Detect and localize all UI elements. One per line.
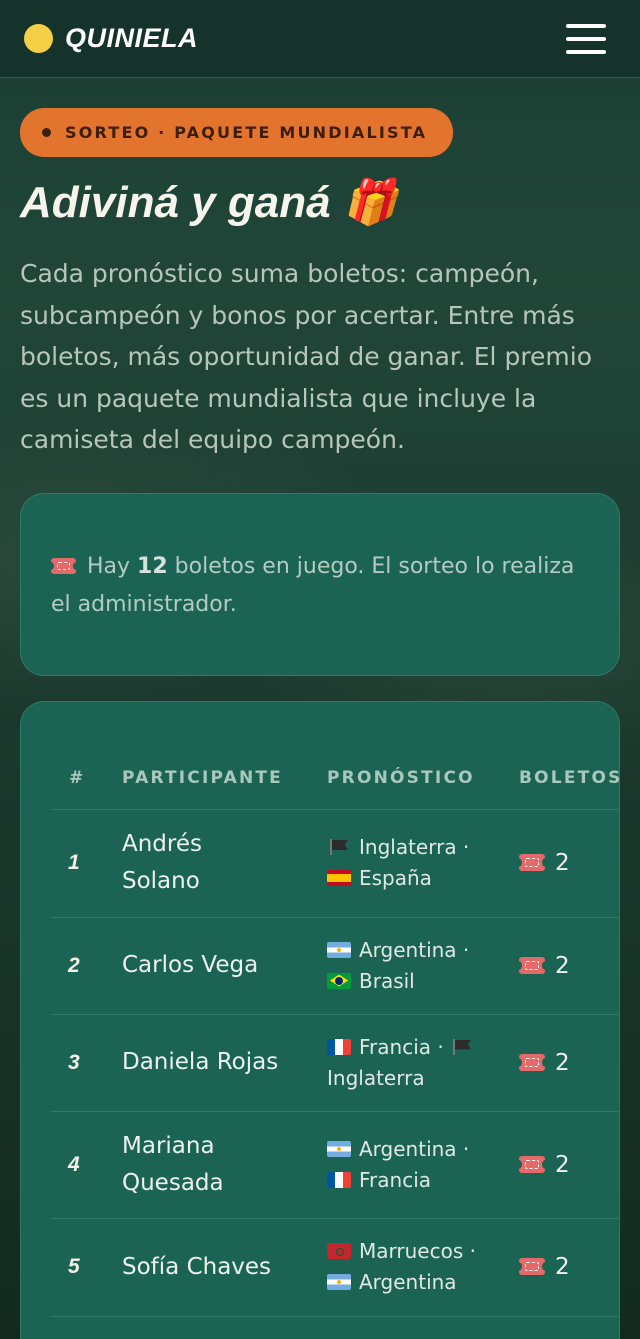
forecast-champion: Inglaterra bbox=[359, 835, 457, 859]
header-tickets: BOLETOS bbox=[519, 768, 620, 788]
participant-name: Sofía Chaves bbox=[122, 1253, 272, 1280]
morocco-flag-icon bbox=[327, 1243, 351, 1259]
forecast-runner-up: Argentina bbox=[359, 1270, 457, 1294]
ticket-icon bbox=[515, 1258, 549, 1275]
forecast-champion: Marruecos bbox=[359, 1239, 464, 1263]
forecast: Francia · Inglaterra bbox=[327, 1032, 519, 1094]
brazil-flag-icon bbox=[327, 972, 351, 989]
tickets-cell: 2 bbox=[515, 952, 619, 979]
participant-name: Andrés Solano bbox=[122, 831, 202, 894]
forecast-runner-up: Francia bbox=[359, 1167, 432, 1192]
ticket-icon bbox=[515, 956, 549, 974]
row-number: 3 bbox=[68, 1050, 80, 1074]
forecast: Marruecos · Argentina bbox=[327, 1236, 519, 1298]
tickets-cell: 2 bbox=[515, 1254, 619, 1280]
tickets-count: 12 bbox=[137, 553, 168, 579]
participant-name: Carlos Vega bbox=[122, 952, 259, 978]
tickets-cell: 2 bbox=[515, 850, 619, 876]
badge-dot-icon bbox=[42, 128, 51, 137]
forecast: Inglaterra · España bbox=[327, 832, 519, 894]
tickets-value: 2 bbox=[555, 952, 570, 979]
black-flag-icon bbox=[450, 1038, 474, 1055]
info-prefix: Hay bbox=[87, 553, 131, 579]
spain-flag-icon bbox=[327, 870, 351, 886]
table-row[interactable]: 4 Mariana Quesada Argentina · Francia 2 bbox=[51, 1112, 619, 1219]
badge-label: SORTEO · PAQUETE MUNDIALISTA bbox=[65, 123, 428, 142]
forecast: Argentina · Francia bbox=[327, 1134, 519, 1196]
ticket-icon bbox=[515, 1053, 549, 1071]
info-suffix: boletos en juego. El sorteo lo realiza e… bbox=[51, 553, 575, 617]
forecast-runner-up: Inglaterra bbox=[327, 1065, 425, 1090]
brand-logo-icon bbox=[24, 24, 53, 53]
tickets-info-card: Hay 12 boletos en juego. El sorteo lo re… bbox=[20, 492, 620, 676]
table-row[interactable]: 1 Andrés Solano Inglaterra · España 2 bbox=[51, 810, 619, 918]
page-description: Cada pronóstico suma boletos: campeón, s… bbox=[20, 259, 593, 454]
table-row[interactable]: 2 Carlos Vega Argentina · Brasil 2 bbox=[51, 918, 619, 1015]
brand[interactable]: QUINIELA bbox=[24, 23, 198, 54]
france-flag-icon bbox=[327, 1171, 351, 1188]
row-number: 4 bbox=[68, 1152, 80, 1176]
ticket-icon bbox=[47, 557, 80, 574]
ticket-icon bbox=[515, 1155, 549, 1173]
participants-table: # PARTICIPANTE PRONÓSTICO BOLETOS 1 Andr… bbox=[20, 700, 620, 1339]
forecast-runner-up: España bbox=[359, 866, 432, 890]
ticket-icon bbox=[515, 854, 549, 871]
row-number: 5 bbox=[68, 1255, 80, 1278]
forecast-champion: Argentina bbox=[359, 937, 457, 962]
participant-name: Mariana Quesada bbox=[122, 1132, 224, 1196]
forecast: Argentina · Brasil bbox=[327, 935, 519, 997]
tickets-cell: 2 bbox=[515, 1151, 619, 1178]
raffle-badge: SORTEO · PAQUETE MUNDIALISTA bbox=[20, 108, 454, 157]
table-row[interactable]: 5 Sofía Chaves Marruecos · Argentina 2 bbox=[51, 1219, 619, 1317]
row-number: 2 bbox=[68, 953, 80, 977]
header-participant: PARTICIPANTE bbox=[122, 768, 283, 788]
hamburger-menu-icon[interactable] bbox=[566, 23, 606, 54]
page-title: Adiviná y ganá 🎁 bbox=[20, 178, 398, 227]
participant-name: Daniela Rojas bbox=[122, 1049, 279, 1075]
top-navigation-bar: QUINIELA bbox=[0, 0, 640, 78]
tickets-value: 2 bbox=[555, 1254, 570, 1280]
header-number: # bbox=[69, 768, 86, 788]
forecast-champion: Francia bbox=[359, 1034, 432, 1059]
header-forecast: PRONÓSTICO bbox=[327, 768, 475, 788]
forecast-champion: Argentina bbox=[359, 1136, 457, 1161]
tickets-value: 2 bbox=[555, 850, 570, 876]
black-flag-icon bbox=[327, 839, 351, 855]
table-header: # PARTICIPANTE PRONÓSTICO BOLETOS bbox=[51, 748, 620, 810]
forecast-runner-up: Brasil bbox=[359, 968, 415, 993]
tickets-cell: 2 bbox=[515, 1049, 619, 1076]
argentina-flag-icon bbox=[327, 941, 351, 958]
tickets-value: 2 bbox=[555, 1049, 570, 1076]
table-row[interactable]: 3 Daniela Rojas Francia · Inglaterra 2 bbox=[51, 1015, 619, 1112]
argentina-flag-icon bbox=[327, 1140, 351, 1157]
main-content: SORTEO · PAQUETE MUNDIALISTA Adiviná y g… bbox=[0, 78, 640, 1339]
france-flag-icon bbox=[327, 1038, 351, 1055]
argentina-flag-icon bbox=[327, 1274, 351, 1290]
row-number: 1 bbox=[68, 851, 80, 874]
tickets-value: 2 bbox=[555, 1151, 570, 1178]
brand-name: QUINIELA bbox=[65, 23, 199, 53]
